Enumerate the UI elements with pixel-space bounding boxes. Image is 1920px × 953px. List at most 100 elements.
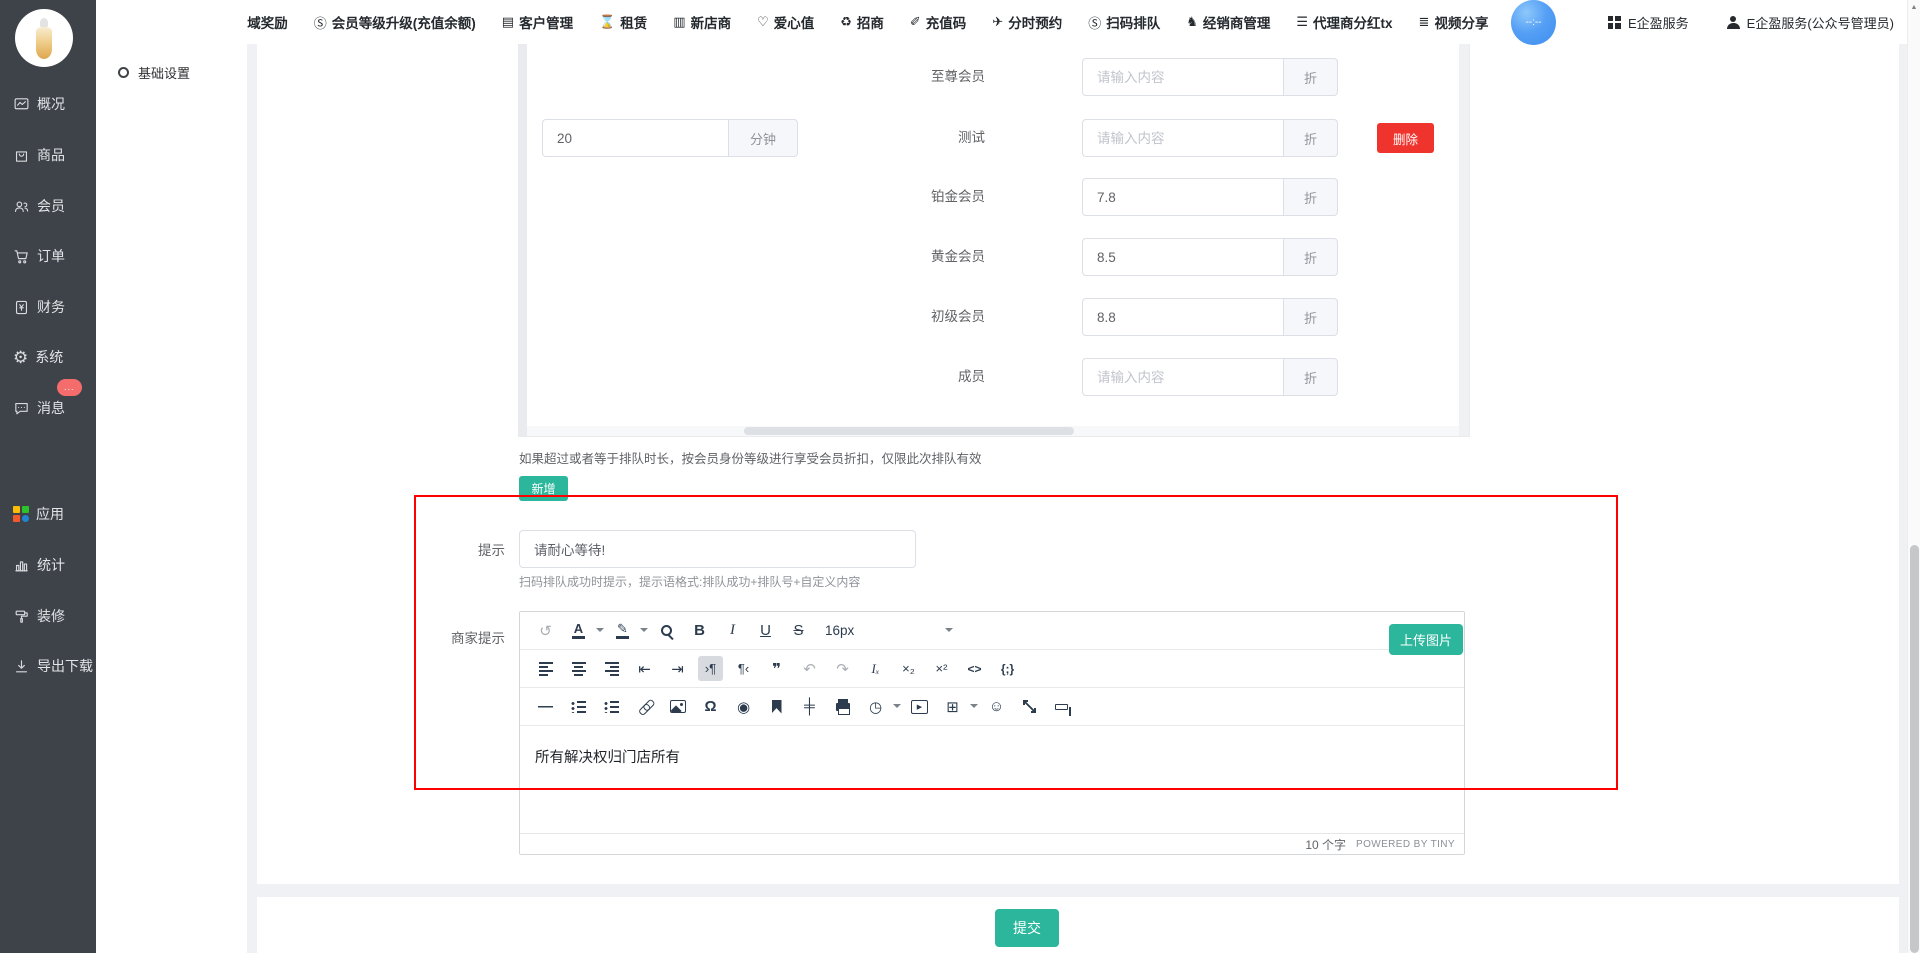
avatar[interactable] <box>15 9 73 67</box>
highlight-color-icon[interactable]: ✎ <box>610 618 635 643</box>
submit-button[interactable]: 提交 <box>995 909 1059 947</box>
font-size-select[interactable]: 16px <box>825 623 955 638</box>
tip-input[interactable] <box>519 530 916 568</box>
editor-content-area[interactable]: 所有解决权归门店所有 <box>520 726 1464 835</box>
special-character-icon[interactable]: Ω <box>698 694 723 719</box>
text-color-icon[interactable]: A <box>566 618 591 643</box>
sidebar-item-apps[interactable]: 应用 <box>0 494 96 534</box>
nav-new-store[interactable]: ▥新店商 <box>673 12 731 32</box>
outdent-icon[interactable]: ⇤ <box>632 656 657 681</box>
nav-time-reservation[interactable]: ✈分时预约 <box>992 12 1062 32</box>
italic-button[interactable]: I <box>720 618 745 643</box>
nav-lease[interactable]: ⌛租赁 <box>599 12 647 32</box>
superscript-icon[interactable]: ×² <box>929 656 954 681</box>
sidebar-item-messages[interactable]: 消息 <box>0 388 96 428</box>
add-button[interactable]: 新增 <box>519 476 568 501</box>
color-bar <box>616 636 629 639</box>
numbered-list-icon[interactable] <box>599 694 624 719</box>
horizontal-scroll-thumb[interactable] <box>744 427 1074 435</box>
member-level-label: 测试 <box>775 119 985 157</box>
undo-icon[interactable]: ↶ <box>797 656 822 681</box>
sidebar-item-system[interactable]: ⚙ 系统 <box>0 337 96 377</box>
scroll-thumb[interactable] <box>1910 545 1919 953</box>
align-center-icon[interactable] <box>566 656 591 681</box>
search-replace-icon[interactable] <box>654 618 679 643</box>
strikethrough-button[interactable]: S <box>786 618 811 643</box>
service-menu[interactable]: E企盈服务 <box>1608 13 1689 32</box>
sidebar-item-decorate[interactable]: 装修 <box>0 596 96 636</box>
nav-member-upgrade[interactable]: Ⓢ会员等级升级(充值余额) <box>314 12 476 32</box>
history-restore-icon[interactable]: ↺ <box>533 618 558 643</box>
align-left-icon[interactable] <box>533 656 558 681</box>
discount-input[interactable] <box>1082 58 1283 96</box>
insert-media-icon[interactable]: ▶ <box>907 694 932 719</box>
chevron-down-icon[interactable] <box>970 704 978 712</box>
nav-love-value[interactable]: ♡爱心值 <box>757 12 814 32</box>
rtl-icon[interactable]: ¶‹ <box>731 656 756 681</box>
sidebar-item-stats[interactable]: 统计 <box>0 545 96 585</box>
sidebar-item-members[interactable]: 会员 <box>0 186 96 226</box>
queue-duration-input[interactable] <box>542 119 728 157</box>
panel-horizontal-scrollbar[interactable] <box>527 426 1459 436</box>
horizontal-rule-icon[interactable]: — <box>533 694 558 719</box>
minutes-suffix: 分钟 <box>728 119 798 157</box>
emoticon-icon[interactable]: ☺ <box>984 694 1009 719</box>
subscript-icon[interactable]: ×₂ <box>896 656 921 681</box>
sidebar-item-finance[interactable]: 财务 <box>0 287 96 327</box>
ltr-icon[interactable]: ›¶ <box>698 656 723 681</box>
upload-image-button[interactable]: 上传图片 <box>1389 624 1463 655</box>
fullscreen-icon[interactable] <box>1017 694 1042 719</box>
sidebar-item-label: 财务 <box>37 297 65 317</box>
nav-customer-management[interactable]: ▤客户管理 <box>502 12 573 32</box>
delete-button[interactable]: 删除 <box>1377 123 1434 153</box>
sidebar-item-overview[interactable]: 概况 <box>0 84 96 124</box>
powered-by-tiny[interactable]: POWERED BY TINY <box>1356 839 1455 850</box>
print-icon[interactable] <box>830 694 855 719</box>
code-sample-icon[interactable]: {;} <box>995 656 1020 681</box>
align-right-icon[interactable] <box>599 656 624 681</box>
editor-status-bar: 10 个字 POWERED BY TINY <box>520 833 1464 854</box>
discount-input[interactable] <box>1082 358 1283 396</box>
indent-icon[interactable]: ⇥ <box>665 656 690 681</box>
chevron-down-icon[interactable] <box>640 628 648 636</box>
blockquote-icon[interactable]: ❞ <box>764 656 789 681</box>
insert-time-icon[interactable]: ◷ <box>863 694 888 719</box>
insert-table-icon[interactable]: ⊞ <box>940 694 965 719</box>
sidebar-item-goods[interactable]: 商品 <box>0 135 96 175</box>
page-scrollbar[interactable]: ▲ <box>1907 0 1920 953</box>
clear-formatting-icon[interactable]: Iₓ <box>863 656 888 681</box>
chevron-down-icon[interactable] <box>596 628 604 636</box>
redo-icon[interactable]: ↷ <box>830 656 855 681</box>
floating-timer-ball[interactable]: --:-- <box>1511 0 1556 45</box>
discount-input[interactable] <box>1082 119 1283 157</box>
scroll-up-arrow[interactable]: ▲ <box>1908 0 1920 14</box>
page-break-icon[interactable]: ╪ <box>797 694 822 719</box>
bookmark-anchor-icon[interactable] <box>764 694 789 719</box>
nav-agent-dividend[interactable]: ☰代理商分红tx <box>1296 12 1392 32</box>
sidebar-item-orders[interactable]: 订单 <box>0 236 96 276</box>
format-painter-icon[interactable] <box>1050 694 1075 719</box>
messages-badge: ... <box>57 379 82 396</box>
nav-label: 扫码排队 <box>1106 12 1160 32</box>
chevron-down-icon[interactable] <box>893 704 901 712</box>
bullet-list-icon[interactable] <box>566 694 591 719</box>
underline-button[interactable]: U <box>753 618 778 643</box>
nav-scan-queue[interactable]: Ⓢ扫码排队 <box>1088 12 1160 32</box>
bold-button[interactable]: B <box>687 618 712 643</box>
discount-input[interactable] <box>1082 178 1283 216</box>
discount-input[interactable] <box>1082 238 1283 276</box>
discount-input[interactable] <box>1082 298 1283 336</box>
nav-investment[interactable]: ♻招商 <box>840 12 884 32</box>
subsidebar-item-basic-settings[interactable]: 基础设置 <box>96 58 247 86</box>
sidebar-item-export[interactable]: 导出下载 <box>0 646 96 686</box>
circle-s-icon: Ⓢ <box>314 13 327 32</box>
nav-dealer-management[interactable]: ♞经销商管理 <box>1186 12 1270 32</box>
preview-eye-icon[interactable]: ◉ <box>731 694 756 719</box>
account-menu[interactable]: E企盈服务(公众号管理员) <box>1727 13 1894 32</box>
nav-recharge-code[interactable]: ✐充值码 <box>910 12 966 32</box>
insert-image-icon[interactable] <box>665 694 690 719</box>
sidebar-item-label: 导出下载 <box>37 656 93 676</box>
link-icon[interactable] <box>632 694 657 719</box>
nav-video-share[interactable]: ≣视频分享 <box>1419 12 1489 32</box>
code-icon[interactable]: <> <box>962 656 987 681</box>
